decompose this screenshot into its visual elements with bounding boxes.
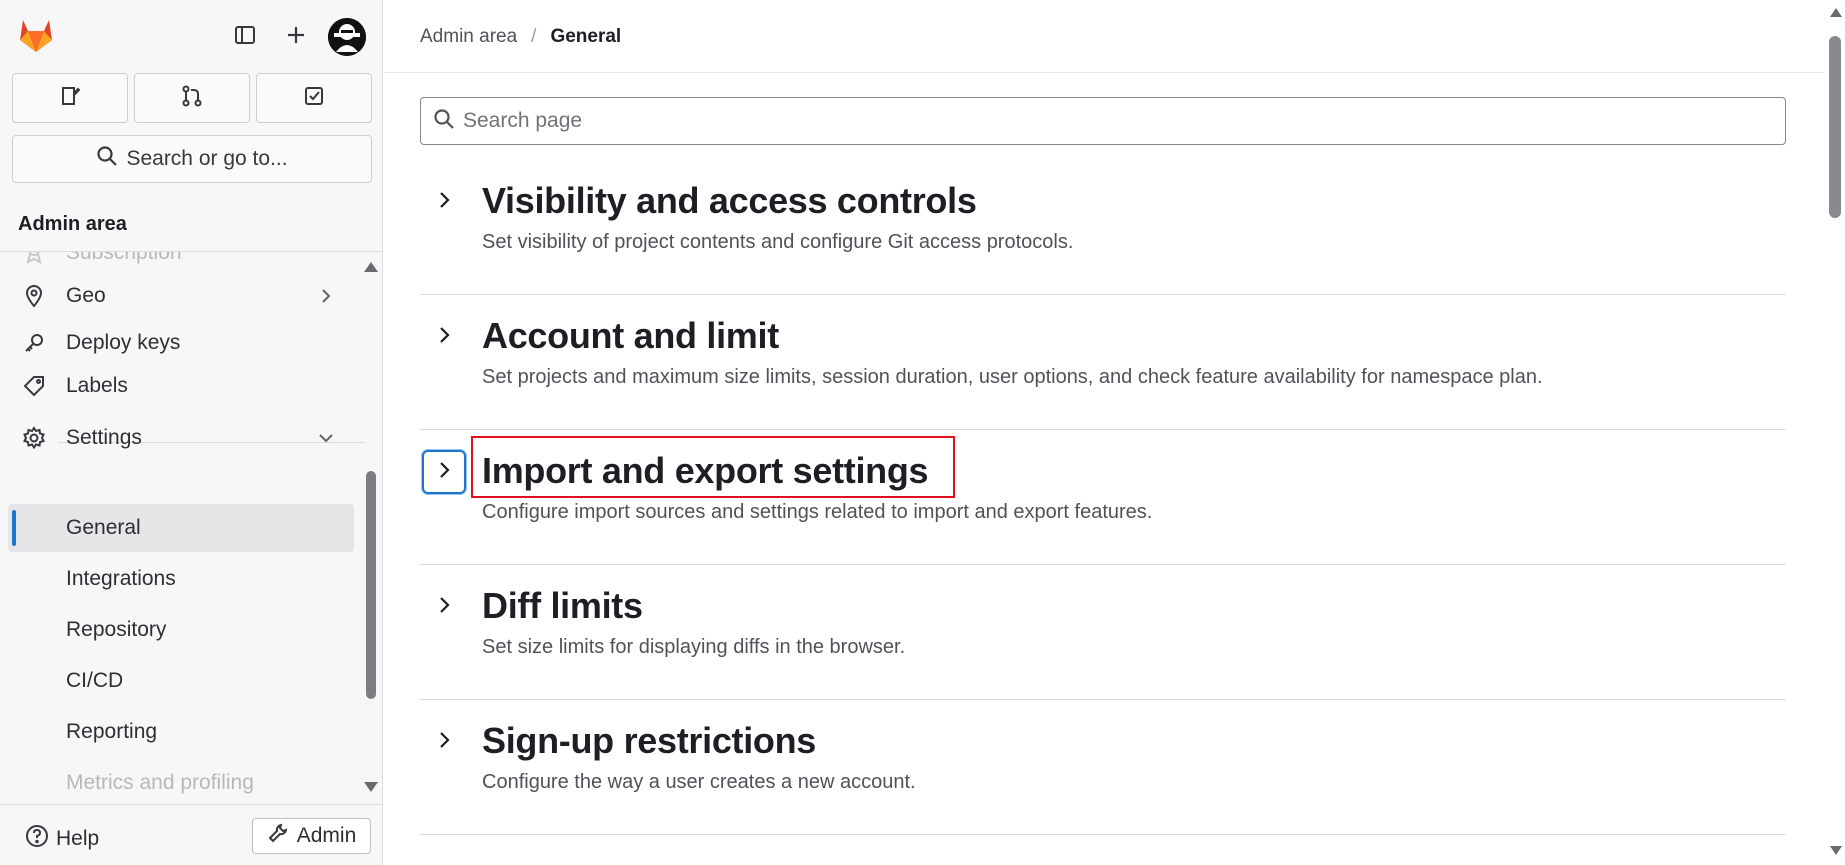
chevron-right-icon xyxy=(434,325,454,350)
sidebar-item-geo[interactable]: Geo xyxy=(8,272,354,320)
breadcrumb-current: General xyxy=(550,26,622,47)
todo-button[interactable] xyxy=(256,73,372,123)
sidebar-scroll-down-arrow[interactable] xyxy=(364,782,378,792)
issues-button[interactable] xyxy=(12,73,128,123)
merge-requests-button[interactable] xyxy=(134,73,250,123)
admin-label: Admin xyxy=(296,824,357,847)
search-or-go-to-label: Search or go to... xyxy=(126,147,288,170)
sidebar-item-labels[interactable]: Labels xyxy=(8,362,354,410)
sidebar-nav: Subscription Geo Deploy keys Labels Sett… xyxy=(0,252,365,804)
chevron-right-icon xyxy=(434,460,454,485)
sidebar-item-deploy-keys[interactable]: Deploy keys xyxy=(8,319,354,367)
expand-section-button[interactable] xyxy=(422,315,466,359)
section-title[interactable]: Visibility and access controls xyxy=(482,180,977,222)
section-description: Set visibility of project contents and c… xyxy=(482,231,1074,253)
expand-section-button[interactable] xyxy=(422,450,466,494)
section-description: Set projects and maximum size limits, se… xyxy=(482,366,1543,388)
search-page-field[interactable] xyxy=(420,97,1786,145)
admin-button[interactable]: Admin xyxy=(252,818,371,854)
help-question-icon xyxy=(24,823,50,855)
sidebar-item-ci-cd[interactable]: CI/CD xyxy=(8,657,354,705)
page-scroll-up-arrow[interactable] xyxy=(1830,8,1842,17)
sidebar-item-integrations[interactable]: Integrations xyxy=(8,555,354,603)
subscription-icon xyxy=(22,252,48,267)
sidebar-scroll-up-arrow[interactable] xyxy=(364,262,378,272)
sidebar-item-label: Reporting xyxy=(66,720,158,743)
key-icon xyxy=(22,331,48,357)
expand-section-button[interactable] xyxy=(422,720,466,764)
gitlab-logo-icon[interactable] xyxy=(16,16,56,56)
breadcrumb-separator: / xyxy=(531,26,537,47)
chevron-down-icon xyxy=(316,428,336,448)
search-icon xyxy=(96,145,118,173)
settings-section-account-and-limit: Account and limit Set projects and maxim… xyxy=(420,295,1786,430)
breadcrumb: Admin area / General xyxy=(420,26,621,48)
settings-section-import-and-export: Import and export settings Configure imp… xyxy=(420,430,1786,565)
wrench-icon xyxy=(267,822,289,850)
plus-icon[interactable] xyxy=(281,20,311,50)
sidebar-item-label: General xyxy=(66,516,141,539)
chevron-right-icon xyxy=(434,595,454,620)
sidebar-item-reporting[interactable]: Reporting xyxy=(8,708,354,756)
label-tag-icon xyxy=(22,374,48,400)
page-scrollbar-thumb[interactable] xyxy=(1829,36,1841,218)
search-or-go-to-button[interactable]: Search or go to... xyxy=(12,135,372,183)
search-page-input[interactable] xyxy=(463,109,1763,133)
expand-section-button[interactable] xyxy=(422,585,466,629)
settings-section-diff-limits: Diff limits Set size limits for displayi… xyxy=(420,565,1786,700)
help-button[interactable]: Help xyxy=(24,823,99,855)
sidebar: Search or go to... Admin area Subscripti… xyxy=(0,0,383,865)
sidebar-footer: Help Admin xyxy=(0,804,383,865)
expand-section-button[interactable] xyxy=(422,180,466,224)
main-content: Admin area / General Visibility and acce… xyxy=(384,0,1825,865)
sidebar-item-label: Settings xyxy=(66,426,142,449)
chevron-right-icon xyxy=(434,190,454,215)
sidebar-item-label: Labels xyxy=(66,374,128,397)
todo-checkbox-icon xyxy=(302,84,326,113)
sidebar-item-repository[interactable]: Repository xyxy=(8,606,354,654)
section-title[interactable]: Import and export settings xyxy=(482,450,929,492)
sidebar-item-label: Integrations xyxy=(66,567,176,590)
sidebar-heading: Admin area xyxy=(0,196,383,252)
section-title[interactable]: Account and limit xyxy=(482,315,779,357)
sidebar-item-label: Subscription xyxy=(66,252,182,264)
section-title[interactable]: Sign-up restrictions xyxy=(482,720,816,762)
page-scrollbar[interactable] xyxy=(1825,0,1845,865)
breadcrumb-admin-area[interactable]: Admin area xyxy=(420,26,517,48)
help-label: Help xyxy=(56,827,100,850)
section-description: Configure import sources and settings re… xyxy=(482,501,1153,523)
page-scroll-down-arrow[interactable] xyxy=(1830,846,1842,855)
sidebar-item-label: Repository xyxy=(66,618,167,641)
chevron-right-icon xyxy=(316,286,336,306)
sidebar-item-label: Metrics and profiling xyxy=(66,771,254,794)
breadcrumb-divider xyxy=(384,72,1825,73)
issues-icon xyxy=(58,84,82,113)
sidebar-toggle-icon[interactable] xyxy=(230,20,260,50)
sidebar-item-settings[interactable]: Settings xyxy=(8,414,354,462)
search-icon xyxy=(433,108,455,135)
user-avatar[interactable] xyxy=(328,18,366,56)
location-pin-icon xyxy=(22,284,48,310)
sidebar-item-label: CI/CD xyxy=(66,669,124,692)
section-description: Configure the way a user creates a new a… xyxy=(482,771,916,793)
settings-gear-icon xyxy=(22,426,48,452)
sidebar-scrollbar-thumb[interactable] xyxy=(366,471,376,699)
settings-section-visibility: Visibility and access controls Set visib… xyxy=(420,160,1786,295)
chevron-right-icon xyxy=(434,730,454,755)
section-description: Set size limits for displaying diffs in … xyxy=(482,636,906,658)
settings-section-sign-up-restrictions: Sign-up restrictions Configure the way a… xyxy=(420,700,1786,835)
sidebar-item-metrics-and-profiling[interactable]: Metrics and profiling xyxy=(8,759,354,804)
quick-actions xyxy=(12,73,372,123)
sidebar-topbar xyxy=(0,0,383,62)
section-title[interactable]: Diff limits xyxy=(482,585,643,627)
sidebar-item-label: Geo xyxy=(66,284,106,307)
merge-request-icon xyxy=(180,84,204,113)
sidebar-item-general[interactable]: General xyxy=(8,504,354,552)
sidebar-item-label: Deploy keys xyxy=(66,331,181,354)
